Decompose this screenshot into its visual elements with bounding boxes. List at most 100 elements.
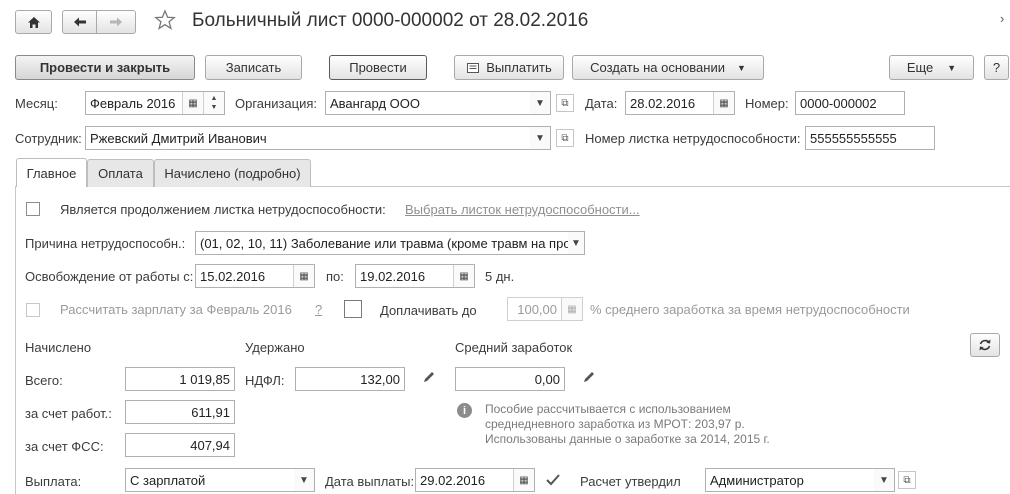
create-based-on-button[interactable]: Создать на основании ▼ xyxy=(572,55,764,80)
post-button[interactable]: Провести xyxy=(329,55,427,80)
home-button[interactable] xyxy=(15,10,52,34)
number-value: 0000-000002 xyxy=(800,95,877,111)
total-field: 1 019,85 xyxy=(125,367,235,391)
reason-field[interactable]: (01, 02, 10, 11) Заболевание или травма … xyxy=(195,231,585,255)
days-count: 5 дн. xyxy=(485,269,515,284)
payout-date-field[interactable]: 29.02.2016 ▦ xyxy=(415,468,535,492)
checkmark-icon xyxy=(546,474,560,486)
release-to-value: 19.02.2016 xyxy=(360,268,426,284)
avg-earnings-header: Средний заработок xyxy=(455,340,573,355)
arrow-right-icon xyxy=(110,17,122,27)
continuation-checkbox[interactable] xyxy=(26,202,40,216)
star-icon[interactable] xyxy=(153,9,177,34)
reason-value: (01, 02, 10, 11) Заболевание или травма … xyxy=(200,235,568,251)
reason-label: Причина нетрудоспособн.: xyxy=(25,236,186,251)
open-organization-icon[interactable]: ⧉ xyxy=(556,94,574,112)
info-icon: i xyxy=(457,403,472,418)
employee-label: Сотрудник: xyxy=(15,131,82,146)
date-value: 28.02.2016 xyxy=(630,95,696,111)
calendar-icon[interactable]: ▦ xyxy=(453,265,474,287)
employer-value: 611,91 xyxy=(191,404,230,420)
sheet-number-label: Номер листка нетрудоспособности: xyxy=(585,131,801,146)
dropdown-arrow-icon[interactable]: ▼ xyxy=(530,127,550,149)
payout-field[interactable]: С зарплатой ▼ xyxy=(125,468,315,492)
organization-value: Авангард ООО xyxy=(330,95,420,111)
dropdown-arrow-icon[interactable]: ▼ xyxy=(294,469,314,491)
refresh-icon xyxy=(979,339,991,351)
spinner-icon[interactable]: ▲ ▼ xyxy=(203,92,224,114)
accrued-header: Начислено xyxy=(25,340,92,355)
sheet-number-value: 555555555555 xyxy=(810,130,897,146)
dropdown-arrow-icon: ▼ xyxy=(947,62,957,73)
payout-label: Выплата: xyxy=(25,474,82,489)
calculator-icon[interactable]: ▦ xyxy=(561,298,582,320)
tab-payment[interactable]: Оплата xyxy=(87,159,154,187)
month-field[interactable]: Февраль 2016 ▦ ▲ ▼ xyxy=(85,91,225,115)
chevron-right-icon[interactable]: › xyxy=(1000,11,1004,26)
organization-field[interactable]: Авангард ООО ▼ xyxy=(325,91,551,115)
calc-salary-help[interactable]: ? xyxy=(315,302,322,317)
post-and-close-button[interactable]: Провести и закрыть xyxy=(15,55,195,80)
calendar-icon[interactable]: ▦ xyxy=(513,469,534,491)
dropdown-arrow-icon[interactable]: ▼ xyxy=(568,232,584,254)
pay-icon xyxy=(467,62,480,73)
payout-date-label: Дата выплаты: xyxy=(325,474,415,489)
number-field[interactable]: 0000-000002 xyxy=(795,91,905,115)
info-line-2: среднедневного заработка из МРОТ: 203,97… xyxy=(485,417,745,431)
sheet-number-field[interactable]: 555555555555 xyxy=(805,126,935,150)
extra-pay-field[interactable]: 100,00 ▦ xyxy=(507,297,583,321)
info-line-1: Пособие рассчитывается с использованием xyxy=(485,402,731,416)
organization-label: Организация: xyxy=(235,96,318,111)
more-button-label: Еще xyxy=(906,60,934,75)
help-button[interactable]: ? xyxy=(984,55,1009,80)
dropdown-arrow-icon[interactable]: ▼ xyxy=(530,92,550,114)
open-approved-by-icon[interactable]: ⧉ xyxy=(898,471,916,489)
approved-label: Расчет утвердил xyxy=(580,474,681,489)
avg-earnings-field: 0,00 xyxy=(455,367,565,391)
calc-salary-label: Рассчитать зарплату за Февраль 2016 xyxy=(60,302,292,317)
release-to-field[interactable]: 19.02.2016 ▦ xyxy=(355,264,475,288)
info-line-3: Использованы данные о заработке за 2014,… xyxy=(485,432,770,446)
number-label: Номер: xyxy=(745,96,789,111)
withheld-header: Удержано xyxy=(245,340,305,355)
calc-salary-checkbox[interactable] xyxy=(26,303,40,317)
tab-main[interactable]: Главное xyxy=(16,158,87,187)
tab-accrued-detail[interactable]: Начислено (подробно) xyxy=(154,159,311,187)
approved-checkbox[interactable] xyxy=(544,471,562,489)
fss-field: 407,94 xyxy=(125,433,235,457)
pay-button[interactable]: Выплатить xyxy=(454,55,564,80)
month-label: Месяц: xyxy=(15,96,58,111)
more-button[interactable]: Еще ▼ xyxy=(889,55,974,80)
extra-pay-value: 100,00 xyxy=(517,301,557,317)
dropdown-arrow-icon[interactable]: ▼ xyxy=(874,469,894,491)
edit-ndfl-icon[interactable] xyxy=(422,370,436,387)
continuation-label: Является продолжением листка нетрудоспос… xyxy=(60,202,386,217)
employee-field[interactable]: Ржевский Дмитрий Иванович ▼ xyxy=(85,126,551,150)
date-field[interactable]: 28.02.2016 ▦ xyxy=(625,91,735,115)
extra-pay-label: Доплачивать до xyxy=(380,303,477,318)
open-employee-icon[interactable]: ⧉ xyxy=(556,129,574,147)
ndfl-label: НДФЛ: xyxy=(245,373,285,388)
page-title: Больничный лист 0000-000002 от 28.02.201… xyxy=(192,10,589,31)
release-from-field[interactable]: 15.02.2016 ▦ xyxy=(195,264,315,288)
employer-label: за счет работ.: xyxy=(25,406,112,421)
forward-button[interactable] xyxy=(96,10,136,34)
calendar-icon[interactable]: ▦ xyxy=(182,92,203,114)
extra-pay-checkbox[interactable] xyxy=(344,300,362,318)
save-button[interactable]: Записать xyxy=(205,55,302,80)
employer-field: 611,91 xyxy=(125,400,235,424)
select-sheet-link[interactable]: Выбрать листок нетрудоспособности... xyxy=(405,202,640,217)
approved-by-value: Администратор xyxy=(710,472,804,488)
fss-value: 407,94 xyxy=(190,437,230,453)
calendar-icon[interactable]: ▦ xyxy=(713,92,734,114)
total-label: Всего: xyxy=(25,373,63,388)
release-from-value: 15.02.2016 xyxy=(200,268,266,284)
approved-by-field[interactable]: Администратор ▼ xyxy=(705,468,895,492)
create-based-on-label: Создать на основании xyxy=(590,60,725,75)
refresh-button[interactable] xyxy=(970,333,1000,357)
total-value: 1 019,85 xyxy=(179,371,230,387)
edit-avg-earnings-icon[interactable] xyxy=(582,370,596,387)
calendar-icon[interactable]: ▦ xyxy=(293,265,314,287)
back-button[interactable] xyxy=(62,10,97,34)
employee-value: Ржевский Дмитрий Иванович xyxy=(90,130,267,146)
